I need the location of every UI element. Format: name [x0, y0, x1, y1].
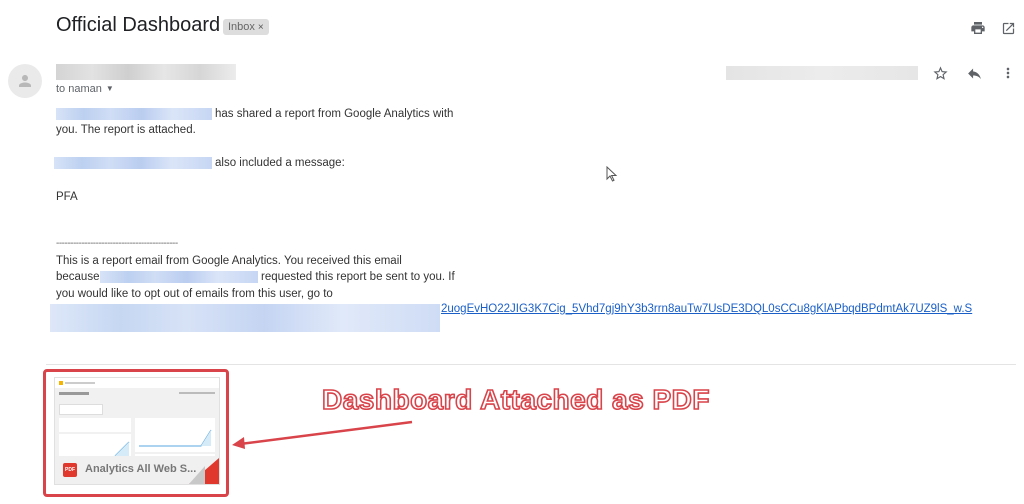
star-icon [932, 65, 948, 80]
sharer-email-redacted-2[interactable] [54, 157, 212, 169]
recipients-toggle[interactable]: to naman ▼ [56, 83, 114, 95]
attachment-thumbnail[interactable]: PDF Analytics All Web S... [54, 377, 220, 485]
open-in-new-window-icon [1002, 22, 1014, 34]
more-options-button[interactable] [998, 63, 1018, 83]
thumb-date [179, 392, 215, 394]
star-button[interactable] [930, 63, 950, 83]
annotation-callout-text: Dashboard Attached as PDF [321, 383, 710, 416]
body-line-2: you. The report is attached. [56, 124, 196, 136]
annotation-arrow-icon [232, 420, 413, 449]
thumb-line-chart-small [114, 441, 130, 457]
reply-icon [967, 68, 981, 79]
footer-line-1: This is a report email from Google Analy… [56, 255, 402, 267]
body-line-3: also included a message: [215, 157, 345, 169]
message-text: PFA [56, 191, 78, 203]
sharer-email-redacted[interactable] [56, 108, 212, 120]
reply-button[interactable] [964, 63, 984, 83]
page-fold-corner-icon [189, 458, 219, 484]
chevron-down-icon: ▼ [105, 84, 114, 93]
print-button[interactable] [968, 18, 988, 38]
email-subject: Official Dashboard [56, 14, 221, 36]
thumb-line-chart [139, 429, 212, 447]
attachment-footer: PDF Analytics All Web S... [55, 456, 219, 484]
requester-email-redacted[interactable] [100, 271, 258, 283]
sender-name-redacted[interactable] [56, 64, 236, 80]
more-vertical-icon [1006, 67, 1010, 79]
message-divider [46, 364, 1016, 365]
attachment-file-name: Analytics All Web S... [85, 463, 197, 475]
thumb-logo [59, 381, 63, 385]
thumb-title [59, 392, 89, 395]
pdf-file-icon: PDF [63, 463, 77, 477]
person-icon [19, 75, 31, 87]
remove-label-icon[interactable]: × [258, 22, 264, 33]
optout-link[interactable]: 2uogEvHO22JIG3K7Cig_5Vhd7gj9hY3b3rrn8auT… [441, 303, 972, 315]
sender-avatar[interactable] [8, 64, 42, 98]
footer-line-3: you would like to opt out of emails from… [56, 288, 333, 300]
to-line-text: to naman [56, 83, 102, 95]
thumb-card [59, 404, 103, 415]
separator-line: ----------------------------------------… [56, 238, 178, 249]
label-badge-text: Inbox [228, 21, 255, 33]
body-line-1: has shared a report from Google Analytic… [215, 108, 454, 120]
footer-line-2-suffix: requested this report be sent to you. If [261, 271, 455, 283]
thumb-text [65, 382, 95, 384]
optout-link-redacted[interactable] [50, 304, 440, 332]
thumb-card [59, 418, 131, 432]
print-icon [971, 22, 985, 34]
label-badge-inbox[interactable]: Inbox × [223, 19, 269, 35]
footer-line-2-prefix: because [56, 271, 100, 283]
open-in-new-window-button[interactable] [998, 18, 1018, 38]
date-redacted [726, 66, 918, 80]
mouse-cursor-icon [606, 166, 618, 182]
